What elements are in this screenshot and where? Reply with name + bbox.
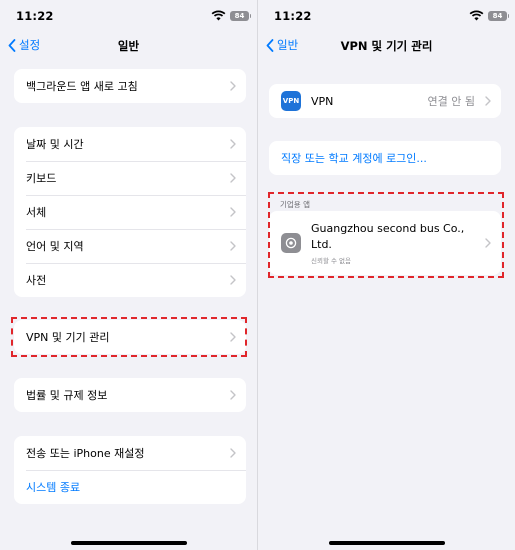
row-date-time[interactable]: 날짜 및 시간 [14,127,246,161]
vpn-group: VPN VPN 연결 안 됨 [269,84,501,118]
enterprise-app-group: Guangzhou second bus Co., Ltd. 신뢰할 수 없음 [269,211,501,275]
nav-bar: 설정 일반 [0,30,257,62]
row-legal-regulatory[interactable]: 법률 및 규제 정보 [14,378,246,412]
row-label: 키보드 [26,172,57,185]
enterprise-app-status: 신뢰할 수 없음 [311,257,352,265]
settings-group-reset: 전송 또는 iPhone 재설정 시스템 종료 [14,436,246,504]
section-header-enterprise: 기업용 앱 [280,200,310,209]
settings-group-legal: 법률 및 규제 정보 [14,378,246,412]
chevron-right-icon [230,207,236,217]
status-time: 11:22 [16,9,54,23]
shut-down-link: 시스템 종료 [26,481,81,494]
login-group: 직장 또는 학교 계정에 로그인... [269,141,501,175]
back-button[interactable]: 설정 [8,37,40,53]
row-fonts[interactable]: 서체 [14,195,246,229]
chevron-right-icon [230,139,236,149]
status-bar: 11:22 84 [258,0,515,30]
wifi-icon [211,10,226,21]
vpn-icon: VPN [281,91,301,111]
row-label: 백그라운드 앱 새로 고침 [26,80,138,93]
battery-icon: 84 [488,10,509,21]
enterprise-app-name: Guangzhou second bus Co., Ltd. [311,222,465,251]
login-link: 직장 또는 학교 계정에 로그인... [281,152,427,165]
chevron-right-icon [230,332,236,342]
vpn-status: 연결 안 됨 [427,95,475,108]
chevron-right-icon [230,390,236,400]
row-vpn[interactable]: VPN VPN 연결 안 됨 [269,84,501,118]
status-indicators: 84 [211,10,251,21]
row-transfer-reset[interactable]: 전송 또는 iPhone 재설정 [14,436,246,470]
row-label: 사전 [26,274,47,287]
chevron-right-icon [485,238,491,248]
wifi-icon [469,10,484,21]
chevron-right-icon [230,81,236,91]
settings-group-vpn: VPN 및 기기 관리 [14,320,246,354]
status-indicators: 84 [469,10,509,21]
row-label: 전송 또는 iPhone 재설정 [26,447,145,460]
home-indicator [70,541,187,545]
row-label: 법률 및 규제 정보 [26,389,108,402]
chevron-left-icon [266,38,274,52]
settings-group-locale: 날짜 및 시간 키보드 서체 언어 및 지역 사전 [14,127,246,297]
back-label: 설정 [19,38,41,52]
row-keyboard[interactable]: 키보드 [14,161,246,195]
row-vpn-device-management[interactable]: VPN 및 기기 관리 [14,320,246,354]
row-label: 날짜 및 시간 [26,138,84,151]
gear-icon-glyph [285,237,297,249]
row-label: 서체 [26,206,47,219]
row-language-region[interactable]: 언어 및 지역 [14,229,246,263]
status-time: 11:22 [274,9,312,23]
status-bar: 11:22 84 [0,0,257,30]
home-indicator [328,541,445,545]
vpn-device-management-screen: 11:22 84 일반 VPN 및 기기 관리 VPN VPN 연결 안 됨 직… [258,0,515,550]
vpn-label: VPN [311,94,334,108]
battery-icon: 84 [230,10,251,21]
row-label: VPN 및 기기 관리 [26,331,110,344]
back-button[interactable]: 일반 [266,37,298,53]
row-shut-down[interactable]: 시스템 종료 [14,470,246,504]
chevron-right-icon [230,275,236,285]
chevron-left-icon [8,38,16,52]
row-label: 언어 및 지역 [26,240,84,253]
general-settings-screen: 11:22 84 설정 일반 백그라운드 앱 새로 고침 날짜 및 시간 키보드… [0,0,257,550]
chevron-right-icon [230,241,236,251]
chevron-right-icon [485,96,491,106]
row-enterprise-app[interactable]: Guangzhou second bus Co., Ltd. 신뢰할 수 없음 [269,211,501,275]
enterprise-app-text: Guangzhou second bus Co., Ltd. 신뢰할 수 없음 [311,221,501,265]
row-background-app-refresh[interactable]: 백그라운드 앱 새로 고침 [14,69,246,103]
chevron-right-icon [230,448,236,458]
settings-group-background: 백그라운드 앱 새로 고침 [14,69,246,103]
nav-bar: 일반 VPN 및 기기 관리 [258,30,515,62]
row-dictionary[interactable]: 사전 [14,263,246,297]
gear-icon [281,233,301,253]
chevron-right-icon [230,173,236,183]
row-work-school-login[interactable]: 직장 또는 학교 계정에 로그인... [269,141,501,175]
back-label: 일반 [277,38,299,52]
